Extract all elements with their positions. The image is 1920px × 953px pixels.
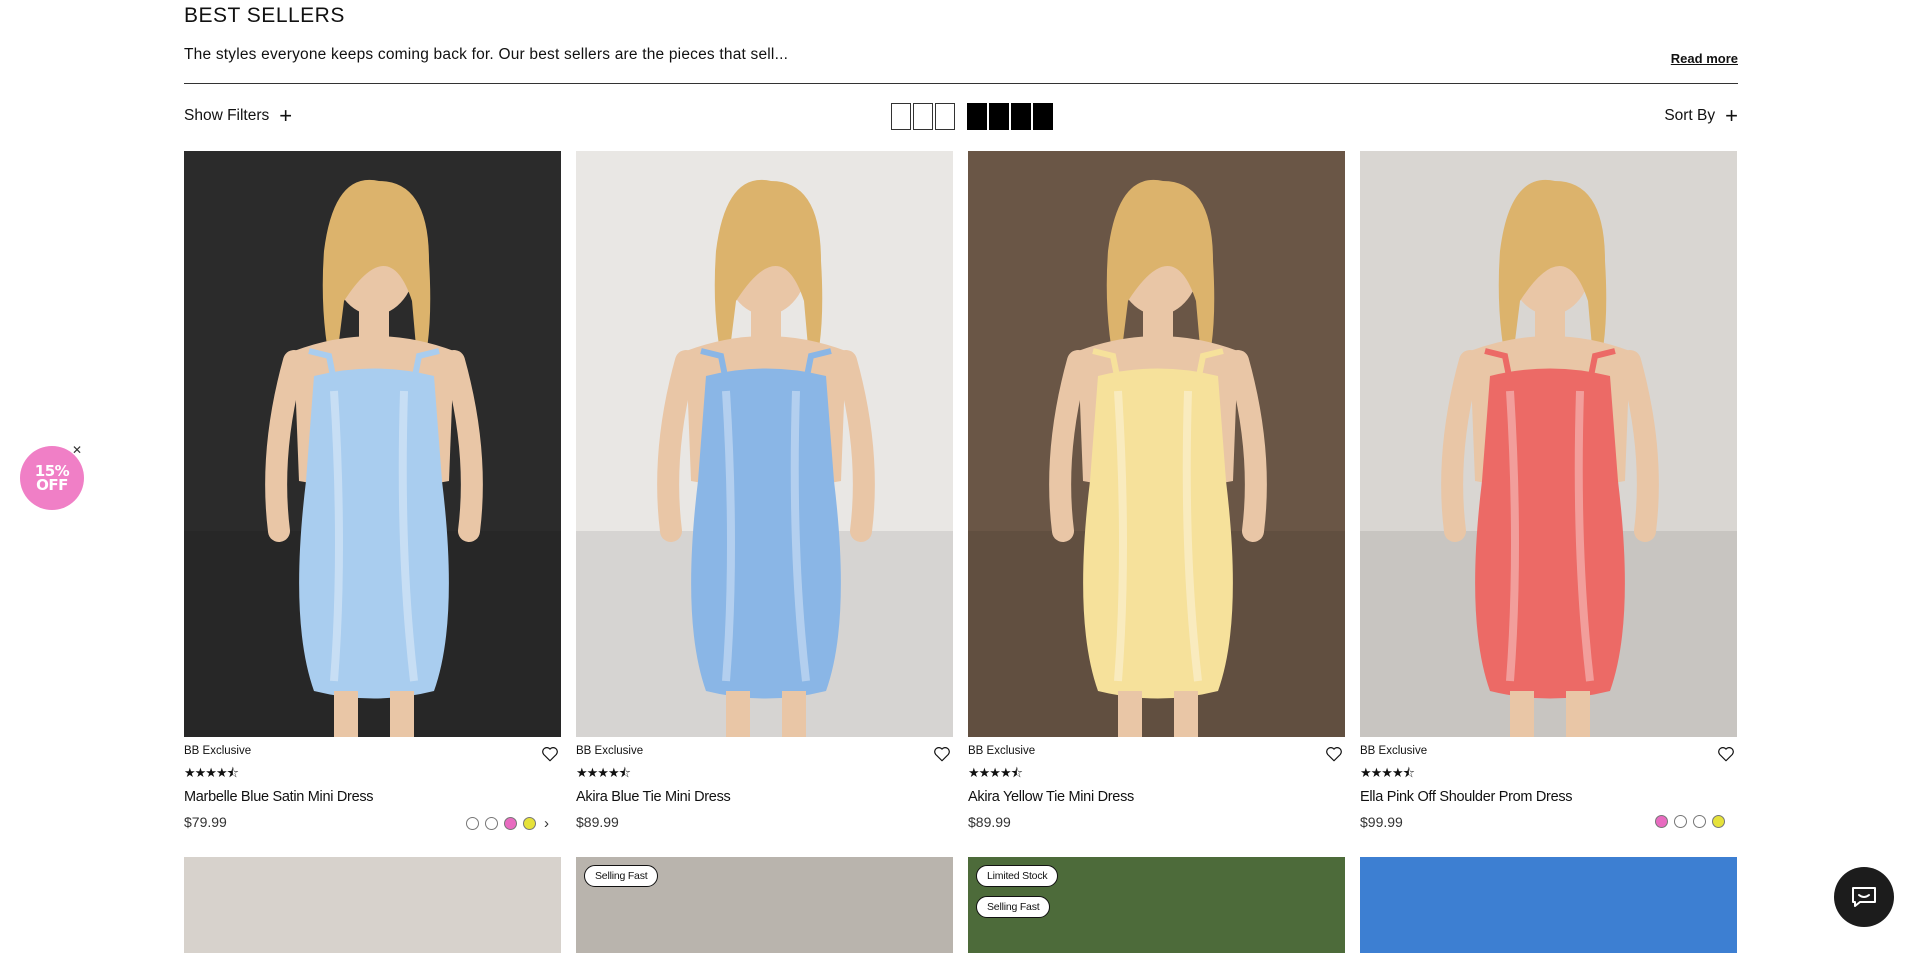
product-photo [968,151,1345,737]
read-more-link[interactable]: Read more [1671,51,1738,66]
grid-cell-icon [967,103,987,130]
grid-cell-icon [1033,103,1053,130]
show-filters-label: Show Filters [184,107,270,124]
heart-icon [1326,747,1342,762]
product-grid: BB Exclusive ★★★★⯪ Marbelle Blue Satin Min… [184,151,1737,832]
product-photo [1360,151,1737,737]
product-brand: BB Exclusive [576,745,644,757]
product-image[interactable] [576,151,953,737]
product-price: $79.99 [184,814,227,830]
product-image[interactable] [184,151,561,737]
product-brand: BB Exclusive [184,745,252,757]
wishlist-button[interactable] [933,745,951,763]
product-photo [576,151,953,737]
status-badge: Limited Stock [976,865,1059,887]
promo-off: OFF [36,476,68,494]
product-image[interactable] [968,151,1345,737]
color-swatch[interactable] [485,817,498,830]
product-grid-row-2: Selling Fast Limited Stock Selling Fast [184,857,1737,953]
wishlist-button[interactable] [541,745,559,763]
sort-by-button[interactable]: Sort By + [1664,103,1738,128]
rating-stars: ★★★★⯪ [576,765,631,780]
color-swatch[interactable] [523,817,536,830]
grid-toggle [891,103,1053,130]
product-card[interactable]: Limited Stock Selling Fast [968,857,1345,953]
heart-icon [542,747,558,762]
grid-4-column-button[interactable] [967,103,1053,130]
product-name[interactable]: Marbelle Blue Satin Mini Dress [184,789,374,805]
close-icon[interactable]: ✕ [70,443,84,457]
wishlist-button[interactable] [1325,745,1343,763]
product-image[interactable] [1360,151,1737,737]
grid-cell-icon [891,103,911,130]
product-price: $89.99 [968,814,1011,830]
heart-icon [934,747,950,762]
color-swatches [1655,815,1725,828]
product-card[interactable]: BB Exclusive ★★★★⯪ Akira Blue Tie Mini Dre… [576,151,953,830]
product-brand: BB Exclusive [1360,745,1428,757]
sort-by-label: Sort By [1664,107,1716,124]
page-title: BEST SELLERS [184,4,345,27]
chevron-right-icon[interactable]: › [544,815,549,832]
color-swatch[interactable] [466,817,479,830]
divider [184,83,1738,84]
chat-button[interactable] [1834,867,1894,927]
color-swatch[interactable] [1674,815,1687,828]
product-brand: BB Exclusive [968,745,1036,757]
color-swatch[interactable] [1655,815,1668,828]
product-name[interactable]: Akira Blue Tie Mini Dress [576,789,731,805]
product-card[interactable] [184,857,561,953]
color-swatch[interactable] [504,817,517,830]
plus-icon: + [279,103,293,128]
collection-intro: The styles everyone keeps coming back fo… [184,46,789,63]
product-name[interactable]: Ella Pink Off Shoulder Prom Dress [1360,789,1573,805]
product-price: $99.99 [1360,814,1403,830]
plus-icon: + [1725,103,1738,128]
product-card[interactable]: BB Exclusive ★★★★⯪ Marbelle Blue Satin Min… [184,151,561,832]
rating-stars: ★★★★⯪ [968,765,1023,780]
show-filters-button[interactable]: Show Filters + [184,103,293,128]
grid-cell-icon [989,103,1009,130]
product-card[interactable]: BB Exclusive ★★★★⯪ Ella Pink Off Shoulder … [1360,151,1737,830]
heart-icon [1718,747,1734,762]
chat-icon [1852,887,1876,907]
product-photo [184,151,561,737]
grid-cell-icon [935,103,955,130]
product-card[interactable] [1360,857,1737,953]
product-card[interactable]: BB Exclusive ★★★★⯪ Akira Yellow Tie Mini D… [968,151,1345,830]
wishlist-button[interactable] [1717,745,1735,763]
grid-cell-icon [1011,103,1031,130]
rating-stars: ★★★★⯪ [184,765,239,780]
status-badge: Selling Fast [976,896,1051,918]
color-swatch[interactable] [1712,815,1725,828]
product-price: $89.99 [576,814,619,830]
product-card[interactable]: Selling Fast [576,857,953,953]
status-badge: Selling Fast [584,865,659,887]
product-name[interactable]: Akira Yellow Tie Mini Dress [968,789,1134,805]
color-swatch[interactable] [1693,815,1706,828]
grid-3-column-button[interactable] [891,103,955,130]
rating-stars: ★★★★⯪ [1360,765,1415,780]
grid-cell-icon [913,103,933,130]
color-swatches: › [466,815,549,832]
